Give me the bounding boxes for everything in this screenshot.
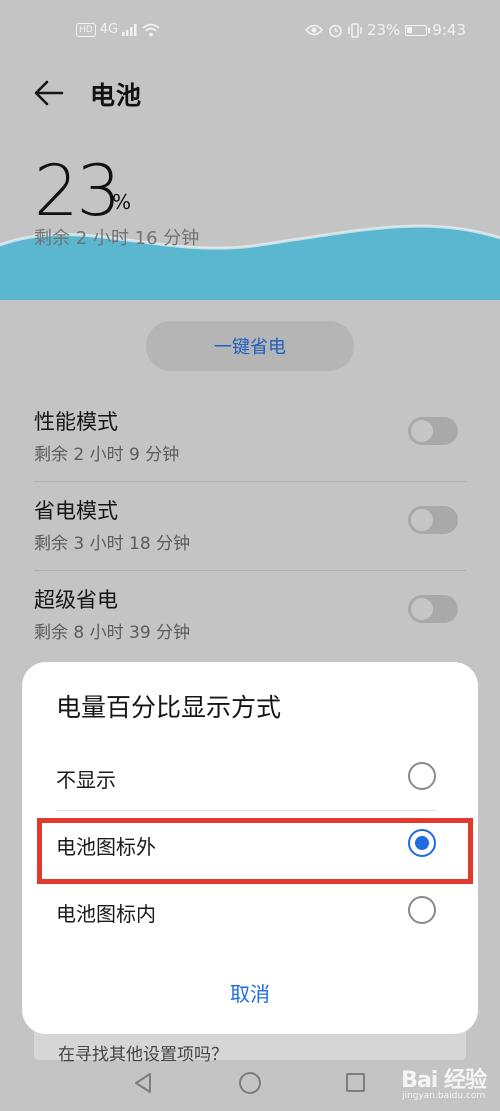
status-left: HD 4G xyxy=(76,22,160,37)
mode-name: 省电模式 xyxy=(34,499,118,523)
power-saving-toggle[interactable] xyxy=(408,506,458,534)
battery-summary: 23 % 剩余 2 小时 16 分钟 xyxy=(0,140,500,300)
baidu-watermark: Bai 经验 jingyan.baidu.com xyxy=(401,1062,487,1101)
header: 电池 xyxy=(0,68,500,118)
option-inside-icon[interactable]: 电池图标内 xyxy=(22,878,478,944)
divider xyxy=(34,570,466,571)
one-click-save-button[interactable]: 一键省电 xyxy=(146,321,354,371)
mode-row-ultra-saving[interactable]: 超级省电 剩余 8 小时 39 分钟 xyxy=(34,572,466,660)
battery-icon xyxy=(405,24,431,36)
mode-name: 性能模式 xyxy=(34,410,118,434)
nav-recent-icon[interactable] xyxy=(346,1073,365,1092)
eye-icon xyxy=(304,24,323,36)
watermark-sub: jingyan.baidu.com xyxy=(402,1091,486,1101)
watermark-logo: Bai 经验 xyxy=(401,1068,487,1093)
dialog-title: 电量百分比显示方式 xyxy=(56,693,282,722)
status-battery-percent: 23% xyxy=(366,21,401,39)
mode-remaining: 剩余 3 小时 18 分钟 xyxy=(34,534,191,554)
signal-icon xyxy=(122,23,137,36)
percent-sign: % xyxy=(112,190,132,214)
ultra-saving-toggle[interactable] xyxy=(408,595,458,623)
mode-row-power-saving[interactable]: 省电模式 剩余 3 小时 18 分钟 xyxy=(34,483,466,571)
mode-row-performance[interactable]: 性能模式 剩余 2 小时 9 分钟 xyxy=(34,394,466,482)
option-label: 不显示 xyxy=(56,768,116,792)
wifi-icon xyxy=(142,23,160,36)
network-type: 4G xyxy=(99,22,119,37)
mode-remaining: 剩余 2 小时 9 分钟 xyxy=(34,445,180,465)
radio-unchecked-icon[interactable] xyxy=(408,896,436,924)
vibrate-icon xyxy=(348,22,362,38)
option-hide[interactable]: 不显示 xyxy=(22,744,478,810)
radio-unchecked-icon[interactable] xyxy=(408,762,436,790)
remaining-time: 剩余 2 小时 16 分钟 xyxy=(34,228,200,249)
option-label: 电池图标内 xyxy=(56,902,156,926)
mode-remaining: 剩余 8 小时 39 分钟 xyxy=(34,623,191,643)
battery-percent: 23 xyxy=(34,150,121,232)
cancel-button[interactable]: 取消 xyxy=(200,972,300,1012)
highlight-box xyxy=(37,818,473,884)
navigation-bar: Bai 经验 jingyan.baidu.com xyxy=(0,1060,500,1111)
status-time: 9:43 xyxy=(432,21,466,39)
nav-home-icon[interactable] xyxy=(239,1072,261,1094)
status-right: 23% 9:43 xyxy=(304,21,466,39)
nav-back-icon[interactable] xyxy=(132,1071,154,1095)
divider xyxy=(34,481,466,482)
page-title: 电池 xyxy=(90,81,143,110)
hd-icon: HD xyxy=(76,22,96,37)
alarm-icon xyxy=(329,24,342,37)
status-bar: HD 4G 23% 9:43 xyxy=(0,0,500,62)
back-arrow-icon[interactable] xyxy=(32,76,66,110)
mode-name: 超级省电 xyxy=(34,588,118,612)
performance-toggle[interactable] xyxy=(408,417,458,445)
